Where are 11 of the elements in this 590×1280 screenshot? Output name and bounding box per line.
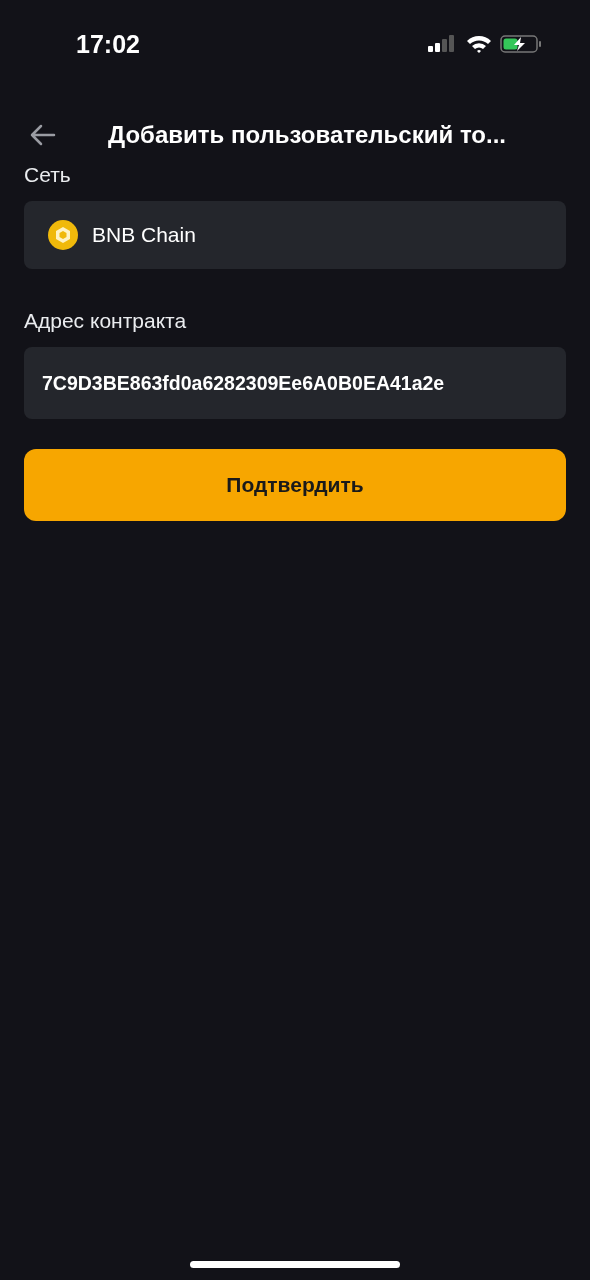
battery-icon <box>500 34 542 54</box>
network-select[interactable]: BNB Chain <box>24 201 566 269</box>
back-arrow-icon[interactable] <box>28 123 56 147</box>
field-label: Адрес контракта <box>24 309 188 333</box>
bnb-coin-icon <box>48 220 78 250</box>
page-title: Добавить пользовательский то... <box>108 121 506 149</box>
address-field[interactable]: 7C9D3BE863fd0a6282309Ee6A0B0EA41a2e <box>24 347 566 419</box>
confirm-button[interactable]: Подтвердить <box>24 449 566 521</box>
status-time: 17:02 <box>76 29 140 59</box>
wifi-icon <box>466 34 492 54</box>
field-label: Сеть <box>24 163 72 187</box>
